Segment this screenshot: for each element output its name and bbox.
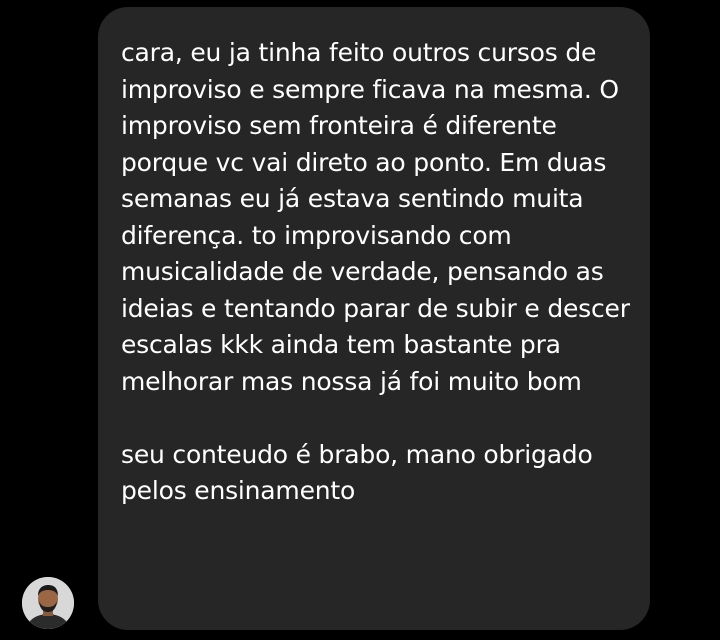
- user-avatar-icon: [22, 577, 74, 629]
- sender-avatar[interactable]: [22, 577, 74, 629]
- message-text-paragraph-1: cara, eu ja tinha feito outros cursos de…: [121, 38, 630, 396]
- message-text-paragraph-2: seu conteudo é brabo, mano obrigado pelo…: [121, 439, 593, 506]
- message-bubble[interactable]: cara, eu ja tinha feito outros cursos de…: [98, 7, 650, 630]
